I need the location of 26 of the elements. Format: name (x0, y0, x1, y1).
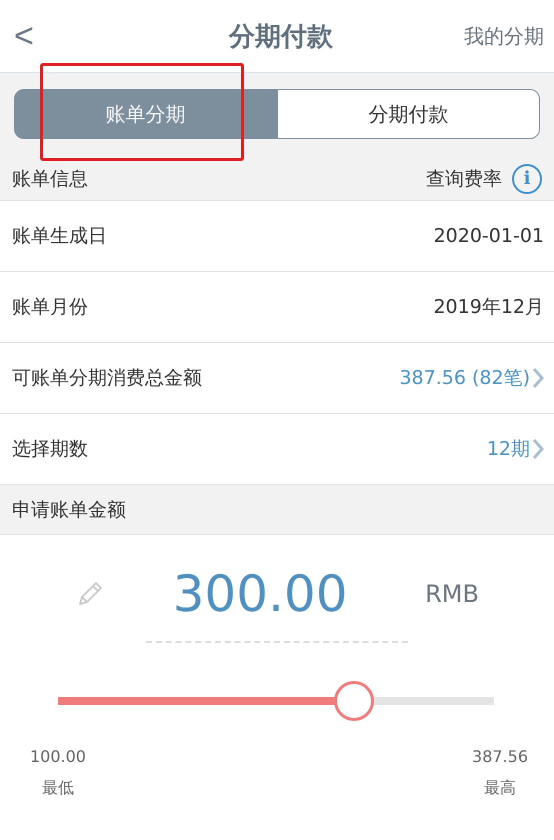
section-title: 账单信息 (12, 166, 88, 192)
info-icon[interactable]: i (512, 164, 542, 194)
row-label: 账单生成日 (12, 224, 107, 249)
row-value: 2019年12月 (433, 295, 544, 320)
back-button[interactable]: < (10, 16, 38, 56)
row-label: 账单月份 (12, 295, 88, 320)
section-title: 申请账单金额 (12, 498, 126, 522)
chevron-icon (532, 367, 544, 389)
min-label: 最低 (42, 778, 74, 799)
page-title: 分期付款 (228, 20, 333, 54)
max-label: 最高 (484, 778, 516, 799)
my-installments-link[interactable]: 我的分期 (464, 22, 544, 50)
max-amount: 387.56 (472, 747, 528, 766)
row-label: 选择期数 (12, 437, 88, 462)
row-value: 2020-01-01 (434, 225, 544, 247)
segment-tab[interactable]: 账单分期 (14, 89, 277, 139)
min-amount: 100.00 (30, 747, 86, 766)
rate-query-link[interactable]: 查询费率 (426, 166, 502, 192)
row-value-link[interactable]: 387.56 (82笔) (399, 365, 544, 391)
slider-thumb[interactable] (334, 681, 374, 721)
chevron-icon (532, 438, 544, 460)
segment-tab[interactable]: 分期付款 (277, 89, 540, 139)
row-label: 可账单分期消费总金额 (12, 366, 202, 391)
row-value-link[interactable]: 12期 (486, 436, 544, 462)
currency-label: RMB (425, 580, 479, 608)
amount-value[interactable]: 300.00 (145, 565, 376, 623)
